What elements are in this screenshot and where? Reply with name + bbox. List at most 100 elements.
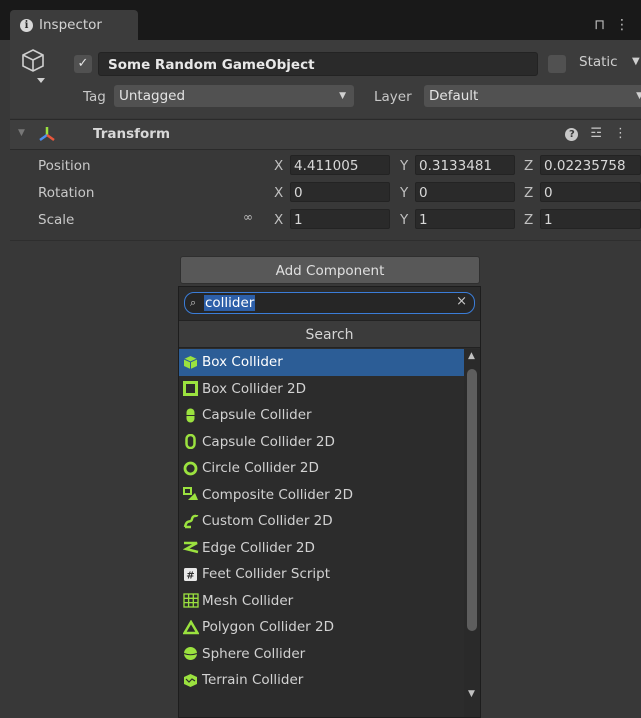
gameobject-name-field[interactable]: Some Random GameObject [98,52,538,76]
list-item[interactable]: Polygon Collider 2D [179,614,464,641]
tab-bar: i Inspector ⊓ ⋮ [0,0,641,40]
axis-z-label[interactable]: Z [524,212,533,228]
composite-collider-2d-icon [182,486,199,503]
transform-title: Transform [93,126,171,142]
tab-bar-icons: ⊓ ⋮ [584,17,629,33]
svg-text:#: # [186,570,194,581]
static-label: Static [579,54,618,70]
list-item-label: Terrain Collider [202,672,304,689]
search-results-header: Search [179,320,480,348]
lock-icon[interactable]: ⊓ [594,17,605,33]
more-options-icon[interactable]: ⋮ [615,17,629,33]
list-item-label: Feet Collider Script [202,566,331,583]
list-item-label: Box Collider 2D [202,380,307,397]
gameobject-header: ✓ Some Random GameObject Static ▼ Tag Un… [10,40,641,118]
layer-label: Layer [374,89,412,105]
list-item[interactable]: Composite Collider 2D [179,482,464,509]
list-item-label: Custom Collider 2D [202,513,333,530]
mesh-collider-icon [182,592,199,609]
axis-y-label[interactable]: Y [400,185,408,201]
scrollbar-thumb[interactable] [467,369,477,631]
divider [10,240,641,241]
position-label: Position [38,158,91,174]
position-z-field[interactable]: 0.02235758 [540,155,641,175]
tag-value: Untagged [119,88,186,104]
axis-x-label[interactable]: X [274,212,283,228]
component-search-input[interactable]: ⌕ collider × [184,292,475,314]
axis-y-label[interactable]: Y [400,158,408,174]
list-item[interactable]: Custom Collider 2D [179,508,464,535]
list-item[interactable]: Circle Collider 2D [179,455,464,482]
list-item-label: Edge Collider 2D [202,539,315,556]
circle-collider-2d-icon [182,460,199,477]
add-component-popup: ⌕ collider × Search Box Collider Box Col… [178,286,481,718]
edge-collider-2d-icon [182,539,199,556]
component-list-scrollbar[interactable]: ▲ ▼ [464,349,480,717]
list-item[interactable]: Sphere Collider [179,641,464,668]
list-item-label: Polygon Collider 2D [202,619,334,636]
scroll-down-icon[interactable]: ▼ [468,689,475,699]
preset-icon[interactable]: ☲ [590,126,602,141]
list-item[interactable]: Box Collider 2D [179,376,464,403]
list-item-label: Circle Collider 2D [202,460,319,477]
rotation-z-field[interactable]: 0 [540,182,641,202]
gameobject-cube-icon[interactable] [20,48,46,88]
rotation-y-field[interactable]: 0 [415,182,515,202]
clear-search-icon[interactable]: × [456,294,467,309]
scale-x-field[interactable]: 1 [290,209,390,229]
axis-x-label[interactable]: X [274,158,283,174]
add-component-button[interactable]: Add Component [180,256,480,284]
layer-value: Default [429,88,479,104]
list-item[interactable]: Edge Collider 2D [179,535,464,562]
list-item-label: Box Collider [202,354,283,371]
capsule-collider-icon [182,407,199,424]
list-item[interactable]: Box Collider [179,349,464,376]
transform-header-icons: ? ☲ ⋮ [553,126,627,141]
list-item-label: Sphere Collider [202,645,306,662]
chevron-down-icon: ▼ [339,91,346,101]
terrain-collider-icon [182,672,199,689]
axis-z-label[interactable]: Z [524,158,533,174]
tab-inspector[interactable]: i Inspector [10,10,138,40]
scale-z-field[interactable]: 1 [540,209,641,229]
position-y-field[interactable]: 0.3133481 [415,155,515,175]
polygon-collider-2d-icon [182,619,199,636]
search-text: collider [204,295,256,311]
chevron-down-icon: ▼ [636,91,641,101]
scale-label: Scale [38,212,75,228]
transform-icon [39,127,55,142]
axis-z-label[interactable]: Z [524,185,533,201]
component-list: Box Collider Box Collider 2D Capsule Col… [179,349,464,694]
static-dropdown-icon[interactable]: ▼ [632,56,640,67]
rotation-x-field[interactable]: 0 [290,182,390,202]
foldout-arrow-icon[interactable]: ▼ [18,128,25,138]
scroll-up-icon[interactable]: ▲ [468,351,475,361]
tab-title: Inspector [39,17,102,33]
custom-collider-2d-icon [182,513,199,530]
active-checkbox[interactable]: ✓ [74,55,92,73]
sphere-collider-icon [182,645,199,662]
list-item[interactable]: Capsule Collider [179,402,464,429]
list-item-label: Capsule Collider 2D [202,433,335,450]
position-x-field[interactable]: 4.411005 [290,155,390,175]
axis-x-label[interactable]: X [274,185,283,201]
scale-y-field[interactable]: 1 [415,209,515,229]
layer-dropdown[interactable]: Default ▼ [424,85,641,107]
tag-dropdown[interactable]: Untagged ▼ [114,85,354,107]
constrain-proportions-icon[interactable]: ∞ [243,210,253,224]
rotation-label: Rotation [38,185,95,201]
static-checkbox[interactable] [548,55,566,73]
list-item[interactable]: # Feet Collider Script [179,561,464,588]
list-item[interactable]: Mesh Collider [179,588,464,615]
info-icon: i [20,18,33,32]
axis-y-label[interactable]: Y [400,212,408,228]
list-item[interactable]: Terrain Collider [179,667,464,694]
list-item-label: Mesh Collider [202,592,294,609]
list-item-label: Composite Collider 2D [202,486,353,503]
box-collider-2d-icon [182,380,199,397]
list-item[interactable]: Capsule Collider 2D [179,429,464,456]
more-options-icon[interactable]: ⋮ [614,126,627,141]
box-collider-icon [182,354,199,371]
transform-header[interactable]: ▼ Transform ? ☲ ⋮ [10,119,641,150]
help-icon[interactable]: ? [565,128,579,141]
